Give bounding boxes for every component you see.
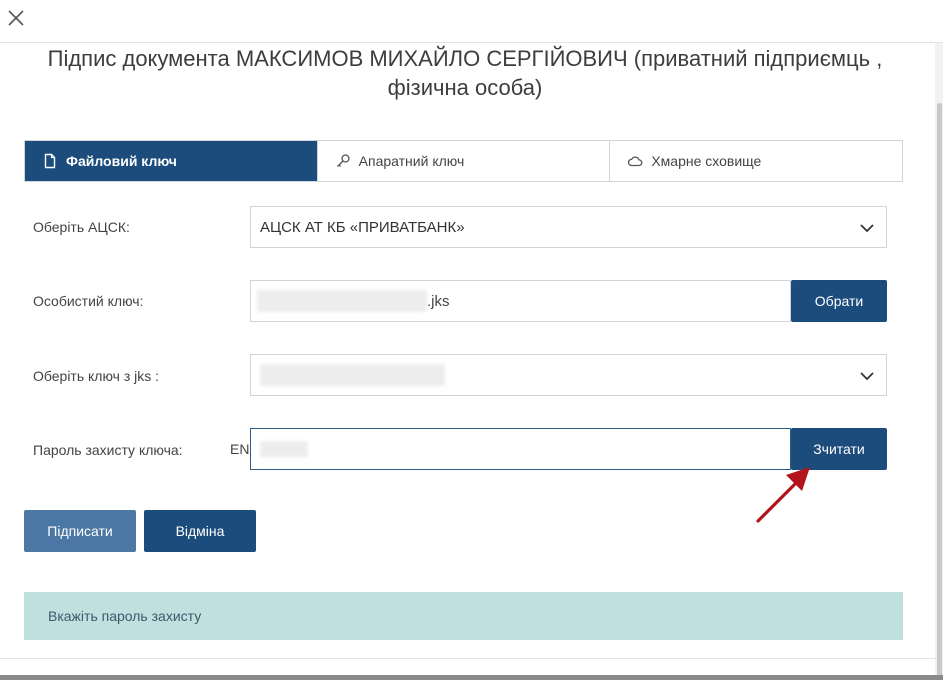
alert-message: Вкажіть пароль захисту xyxy=(24,592,903,640)
tab-label: Апаратний ключ xyxy=(358,153,465,169)
keyboard-lang-indicator: EN xyxy=(230,441,250,457)
arrow-annotation-icon xyxy=(756,467,810,523)
jks-key-label: Оберіть ключ з jks : xyxy=(33,368,160,384)
acsk-value: АЦСК АТ КБ «ПРИВАТБАНК» xyxy=(260,218,465,236)
tab-file-key[interactable]: Файловий ключ xyxy=(25,141,317,181)
window-bottom-bar xyxy=(0,675,943,680)
private-key-suffix: .jks xyxy=(427,292,450,310)
file-icon xyxy=(42,153,58,169)
scrollbar[interactable] xyxy=(935,43,943,680)
private-key-input[interactable]: .jks xyxy=(250,280,791,322)
tab-cloud-storage[interactable]: Хмарне сховище xyxy=(609,141,902,181)
key-icon xyxy=(335,153,351,169)
tab-label: Хмарне сховище xyxy=(651,153,762,169)
redacted-key-alias xyxy=(260,364,445,386)
jks-key-select[interactable] xyxy=(250,354,887,396)
tab-label: Файловий ключ xyxy=(66,153,177,169)
choose-file-button[interactable]: Обрати xyxy=(791,280,887,322)
password-input[interactable] xyxy=(250,428,791,470)
footer-divider xyxy=(0,658,935,659)
redacted-password xyxy=(260,441,308,457)
cloud-icon xyxy=(627,153,643,169)
cancel-button[interactable]: Відміна xyxy=(144,510,256,552)
chevron-down-icon xyxy=(860,372,874,381)
close-icon[interactable] xyxy=(6,8,26,28)
redacted-filename xyxy=(257,290,427,312)
chevron-down-icon xyxy=(860,224,874,233)
acsk-label: Оберіть АЦСК: xyxy=(33,219,130,235)
acsk-select[interactable]: АЦСК АТ КБ «ПРИВАТБАНК» xyxy=(250,206,887,248)
scrollbar-thumb[interactable] xyxy=(937,103,942,680)
password-label: Пароль захисту ключа: xyxy=(33,442,183,458)
key-type-tabs: Файловий ключ Апаратний ключ Хмарне схов… xyxy=(24,140,903,182)
sign-button[interactable]: Підписати xyxy=(24,510,136,552)
private-key-label: Особистий ключ: xyxy=(33,293,144,309)
tab-hardware-key[interactable]: Апаратний ключ xyxy=(316,141,610,181)
dialog-topbar xyxy=(0,0,943,43)
dialog-title: Підпис документа МАКСИМОВ МИХАЙЛО СЕРГІЙ… xyxy=(47,46,883,100)
